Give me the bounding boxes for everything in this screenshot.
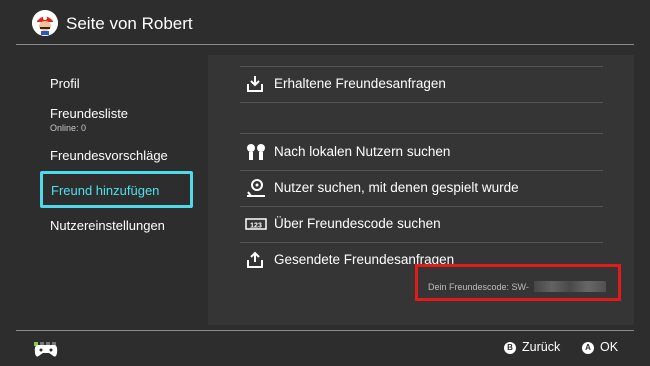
- sidebar-item-user-settings[interactable]: Nutzereinstellungen: [50, 218, 165, 233]
- mario-avatar-icon: [32, 10, 58, 36]
- svg-text:123: 123: [250, 223, 262, 230]
- sidebar-item-friend-list[interactable]: Freundesliste: [50, 106, 128, 121]
- local-users-icon: [245, 142, 267, 162]
- back-button[interactable]: B Zurück: [504, 340, 560, 354]
- a-button-icon: A: [582, 342, 594, 354]
- local-search-button[interactable]: Nach lokalen Nutzern suchen: [240, 134, 603, 170]
- back-label: Zurück: [522, 340, 561, 354]
- friend-code-search-button[interactable]: 123 Über Freundescode suchen: [240, 206, 603, 242]
- divider: [240, 102, 603, 103]
- page-title: Seite von Robert: [66, 14, 193, 33]
- ok-label: OK: [600, 340, 619, 354]
- received-requests-label: Erhaltene Freundesanfragen: [274, 76, 446, 91]
- received-requests-button[interactable]: Erhaltene Freundesanfragen: [240, 66, 603, 102]
- header: Seite von Robert: [0, 0, 650, 45]
- inbox-download-icon: [245, 74, 267, 94]
- friend-code-redacted: [534, 281, 606, 292]
- friend-code-search-label: Über Freundescode suchen: [274, 216, 441, 231]
- avatar[interactable]: [32, 10, 58, 36]
- sidebar-item-suggestions[interactable]: Freundesvorschläge: [50, 148, 168, 163]
- ok-button[interactable]: A OK: [582, 340, 618, 354]
- controller-icon: [34, 343, 58, 359]
- sidebar-item-add-friend[interactable]: Freund hinzufügen: [40, 171, 193, 208]
- played-with-search-label: Nutzer suchen, mit denen gespielt wurde: [274, 180, 519, 195]
- b-button-icon: B: [504, 342, 516, 354]
- sidebar-item-label: Freund hinzufügen: [51, 183, 160, 198]
- sidebar-item-profile[interactable]: Profil: [50, 76, 80, 91]
- friend-code-icon: 123: [245, 214, 267, 234]
- local-search-label: Nach lokalen Nutzern suchen: [274, 144, 451, 159]
- played-users-icon: [245, 178, 267, 198]
- played-with-search-button[interactable]: Nutzer suchen, mit denen gespielt wurde: [240, 170, 603, 206]
- online-count: Online: 0: [50, 123, 87, 133]
- header-divider: [16, 44, 634, 45]
- outbox-upload-icon: [245, 250, 267, 270]
- friend-code-label: Dein Freundescode: SW-: [428, 282, 529, 292]
